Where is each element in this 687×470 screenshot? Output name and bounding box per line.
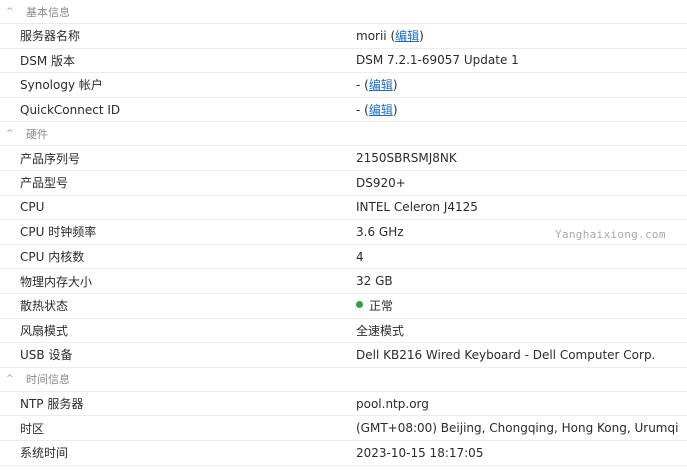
label-cpu-cores: CPU 内核数 <box>20 250 85 265</box>
value-fan-mode: 全速模式 <box>356 323 405 338</box>
value-server-name: morii (编辑) <box>356 29 424 44</box>
label-quickconnect-id: QuickConnect ID <box>20 102 121 117</box>
label-usb: USB 设备 <box>20 348 73 363</box>
value-cpu-cores: 4 <box>356 249 364 264</box>
server-name-text: morii <box>356 29 387 44</box>
row-dsm-version: DSM 版本 DSM 7.2.1-69057 Update 1 <box>0 49 687 74</box>
section-header-basic[interactable]: ^ 基本信息 <box>0 0 687 24</box>
green-dot-icon <box>356 301 363 309</box>
edit-server-name-link[interactable]: 编辑 <box>395 29 419 43</box>
row-serial: 产品序列号 2150SBRSMJ8NK <box>0 146 687 171</box>
row-cpu: CPU INTEL Celeron J4125 <box>0 196 687 221</box>
value-usb: Dell KB216 Wired Keyboard - Dell Compute… <box>356 347 656 362</box>
row-synology-account: Synology 帐户 - (编辑) <box>0 73 687 98</box>
value-system-time: 2023-10-15 18:17:05 <box>356 445 484 460</box>
value-dsm-version: DSM 7.2.1-69057 Update 1 <box>356 53 519 68</box>
label-fan-mode: 风扇模式 <box>20 323 69 338</box>
value-serial: 2150SBRSMJ8NK <box>356 151 457 166</box>
row-usb: USB 设备 Dell KB216 Wired Keyboard - Dell … <box>0 343 687 368</box>
caret-up-icon[interactable]: ^ <box>6 7 16 17</box>
label-serial: 产品序列号 <box>20 151 81 166</box>
label-timezone: 时区 <box>20 421 45 436</box>
section-title-hardware: 硬件 <box>26 127 48 141</box>
row-model: 产品型号 DS920+ <box>0 171 687 196</box>
label-thermal: 散热状态 <box>20 299 69 314</box>
section-header-hardware[interactable]: ^ 硬件 <box>0 122 687 147</box>
label-ntp: NTP 服务器 <box>20 397 84 412</box>
value-memory: 32 GB <box>356 274 393 289</box>
row-cpu-cores: CPU 内核数 4 <box>0 245 687 270</box>
system-info-panel: ^ 基本信息 服务器名称 morii (编辑) DSM 版本 DSM 7.2.1… <box>0 0 687 470</box>
row-server-name: 服务器名称 morii (编辑) <box>0 24 687 49</box>
caret-up-icon[interactable]: ^ <box>6 129 16 139</box>
label-cpu: CPU <box>20 200 45 215</box>
label-synology-account: Synology 帐户 <box>20 78 103 93</box>
section-title-basic: 基本信息 <box>26 5 70 19</box>
row-timezone: 时区 (GMT+08:00) Beijing, Chongqing, Hong … <box>0 416 687 441</box>
value-quickconnect-id: - (编辑) <box>356 103 398 118</box>
value-model: DS920+ <box>356 175 406 190</box>
label-memory: 物理内存大小 <box>20 274 93 289</box>
row-ntp: NTP 服务器 pool.ntp.org <box>0 392 687 417</box>
value-synology-account: - (编辑) <box>356 78 398 93</box>
section-header-time[interactable]: ^ 时间信息 <box>0 368 687 392</box>
section-title-time: 时间信息 <box>26 373 70 387</box>
row-fan-mode: 风扇模式 全速模式 <box>0 319 687 344</box>
value-ntp: pool.ntp.org <box>356 396 429 411</box>
edit-quickconnect-id-link[interactable]: 编辑 <box>369 103 393 117</box>
edit-synology-account-link[interactable]: 编辑 <box>369 78 393 92</box>
row-memory: 物理内存大小 32 GB <box>0 269 687 294</box>
quickconnect-id-text: - <box>356 103 361 118</box>
label-system-time: 系统时间 <box>20 446 69 461</box>
value-timezone: (GMT+08:00) Beijing, Chongqing, Hong Kon… <box>356 421 679 436</box>
label-dsm-version: DSM 版本 <box>20 53 76 68</box>
label-cpu-clock: CPU 时钟频率 <box>20 225 97 240</box>
row-quickconnect-id: QuickConnect ID - (编辑) <box>0 98 687 123</box>
caret-up-icon[interactable]: ^ <box>6 374 16 384</box>
watermark-text: Yanghaixiong.com <box>555 228 666 241</box>
value-cpu: INTEL Celeron J4125 <box>356 200 478 215</box>
synology-account-text: - <box>356 78 361 93</box>
thermal-status-text: 正常 <box>369 299 394 314</box>
label-model: 产品型号 <box>20 176 69 191</box>
value-thermal: 正常 <box>356 297 687 314</box>
row-thermal: 散热状态 正常 <box>0 294 687 319</box>
row-system-time: 系统时间 2023-10-15 18:17:05 <box>0 441 687 466</box>
label-server-name: 服务器名称 <box>20 29 81 44</box>
